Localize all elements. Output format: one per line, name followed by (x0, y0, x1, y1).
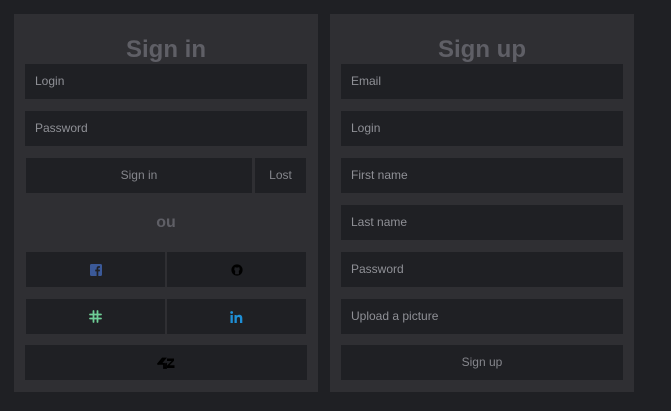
signup-password-field[interactable]: Password (341, 252, 623, 287)
signup-title: Sign up (438, 36, 526, 63)
signin-password-field[interactable]: Password (25, 111, 307, 146)
signup-button[interactable]: Sign up (341, 345, 623, 380)
signin-panel: Sign in Login Password Sign in Lost ou (14, 14, 318, 392)
facebook-icon (89, 263, 102, 276)
linkedin-icon (230, 310, 243, 323)
linkedin-login-button[interactable] (167, 299, 306, 334)
slack-icon (89, 310, 102, 324)
signup-login-field[interactable]: Login (341, 111, 623, 146)
42-icon (156, 357, 175, 369)
slack-login-button[interactable] (26, 299, 165, 334)
signup-panel: Sign up Email Login First name Last name… (330, 14, 634, 392)
signup-firstname-field[interactable]: First name (341, 158, 623, 193)
github-login-button[interactable] (167, 252, 306, 287)
signup-email-field[interactable]: Email (341, 64, 623, 99)
facebook-login-button[interactable] (26, 252, 165, 287)
42-login-button[interactable] (25, 345, 307, 380)
signin-title: Sign in (126, 36, 206, 63)
signin-login-field[interactable]: Login (25, 64, 307, 99)
signup-lastname-field[interactable]: Last name (341, 205, 623, 240)
github-icon (230, 264, 243, 276)
or-separator: ou (156, 214, 176, 231)
lost-password-button[interactable]: Lost (255, 158, 306, 193)
upload-picture-button[interactable]: Upload a picture (341, 299, 623, 334)
signin-button[interactable]: Sign in (26, 158, 252, 193)
